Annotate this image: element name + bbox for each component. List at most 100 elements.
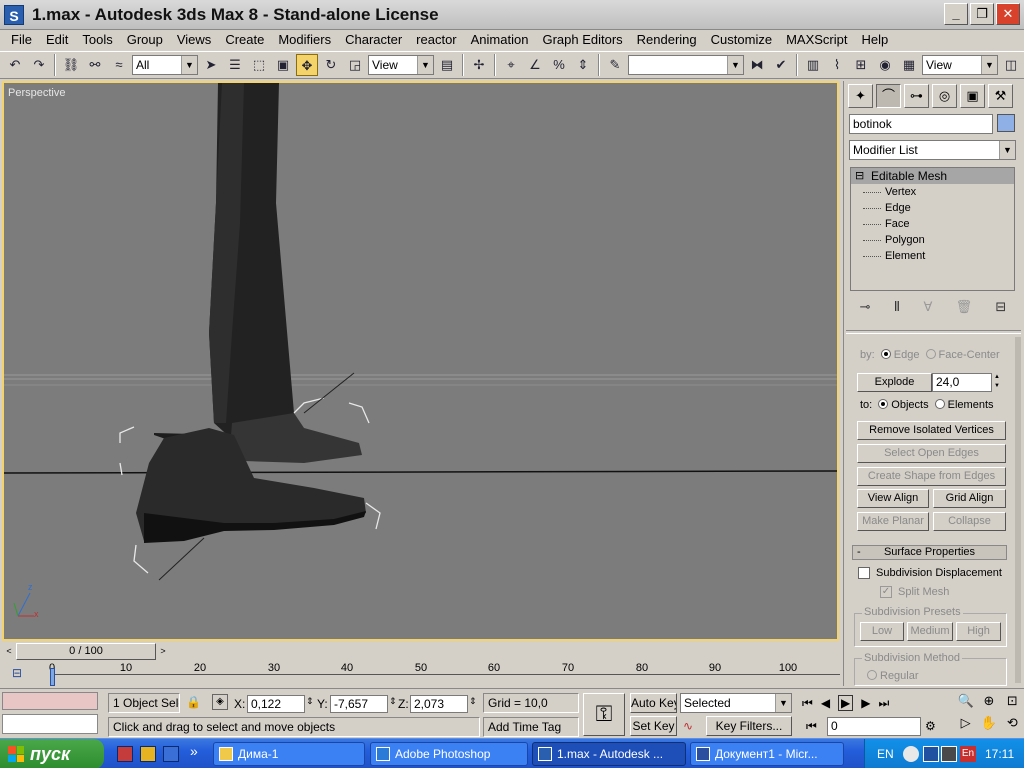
key-filters-button[interactable]: Key Filters... xyxy=(706,716,792,736)
to-objects-radio[interactable] xyxy=(878,399,889,409)
collapse-button[interactable]: Collapse xyxy=(933,512,1006,531)
explode-angle-input[interactable]: 24,0 xyxy=(932,373,992,392)
trackbar-toggle-icon[interactable]: ⊟ xyxy=(12,666,22,680)
display-tab-icon[interactable]: ▣ xyxy=(960,84,985,108)
maxscript-listener-bottom[interactable] xyxy=(2,714,98,734)
align-icon[interactable]: ✔ xyxy=(770,54,792,76)
motion-tab-icon[interactable]: ◎ xyxy=(932,84,957,108)
subdivision-displacement-checkbox[interactable] xyxy=(858,567,870,579)
tray-network-icon[interactable] xyxy=(923,746,939,762)
maxscript-listener-top[interactable] xyxy=(2,692,98,710)
window-crossing-icon[interactable]: ▣ xyxy=(272,54,294,76)
menu-rendering[interactable]: Rendering xyxy=(630,30,704,50)
unlink-icon[interactable]: ⚯ xyxy=(84,54,106,76)
pin-stack-icon[interactable]: ⊸ xyxy=(860,299,871,319)
go-to-start-icon[interactable]: ⏮ xyxy=(802,696,813,711)
time-slider-thumb[interactable]: 0 / 100 xyxy=(16,643,156,660)
snaps-toggle-icon[interactable]: ⌖ xyxy=(500,54,522,76)
play-icon[interactable]: ▶ xyxy=(838,695,854,711)
set-key-icon[interactable]: ⚿ xyxy=(583,693,625,736)
explode-button[interactable]: Explode xyxy=(857,373,932,392)
perspective-viewport[interactable]: Perspective z x xyxy=(2,81,839,641)
menu-help[interactable]: Help xyxy=(854,30,895,50)
pan-icon[interactable]: ✋ xyxy=(977,715,1000,737)
field-of-view-icon[interactable]: ▷ xyxy=(954,715,977,737)
make-planar-button[interactable]: Make Planar xyxy=(857,512,929,531)
spinner-icon[interactable]: ⇕ xyxy=(306,696,314,707)
menu-character[interactable]: Character xyxy=(338,30,409,50)
render-scene-icon[interactable]: ▦ xyxy=(898,54,920,76)
menu-edit[interactable]: Edit xyxy=(39,30,75,50)
sub-object-polygon[interactable]: Polygon xyxy=(851,232,1014,248)
remove-isolated-vertices-button[interactable]: Remove Isolated Vertices xyxy=(857,421,1006,440)
by-edge-radio[interactable] xyxy=(880,349,891,359)
add-time-tag[interactable]: Add Time Tag xyxy=(483,717,579,737)
reference-coordinate-dropdown[interactable]: View ▼ xyxy=(368,55,434,75)
configure-modifier-sets-icon[interactable]: ⊟ xyxy=(995,299,1006,319)
select-and-scale-icon[interactable]: ◲ xyxy=(344,54,366,76)
tray-volume-icon[interactable] xyxy=(941,746,957,762)
render-type-dropdown[interactable]: View ▼ xyxy=(922,55,998,75)
task-3dsmax[interactable]: 1.max - Autodesk ... xyxy=(532,742,686,766)
show-end-result-icon[interactable]: Ⅱ xyxy=(894,299,900,319)
make-unique-icon[interactable]: ∀ xyxy=(923,299,932,319)
menu-group[interactable]: Group xyxy=(120,30,170,50)
hierarchy-tab-icon[interactable]: ⊶ xyxy=(904,84,929,108)
key-curve-icon[interactable]: ∿ xyxy=(683,719,693,733)
next-frame-icon[interactable]: ▶ xyxy=(861,696,870,710)
menu-animation[interactable]: Animation xyxy=(464,30,536,50)
key-mode-dropdown[interactable]: Selected ▼ xyxy=(680,693,792,713)
key-mode-toggle-icon[interactable]: ⏮ xyxy=(806,719,817,734)
select-open-edges-button[interactable]: Select Open Edges xyxy=(857,444,1006,463)
menu-tools[interactable]: Tools xyxy=(75,30,119,50)
task-word-document[interactable]: Документ1 - Micr... xyxy=(690,742,844,766)
manipulate-icon[interactable]: ✢ xyxy=(468,54,490,76)
arc-rotate-icon[interactable]: ⟲ xyxy=(1001,715,1024,737)
utilities-tab-icon[interactable]: ⚒ xyxy=(988,84,1013,108)
undo-icon[interactable]: ↶ xyxy=(4,54,26,76)
menu-views[interactable]: Views xyxy=(170,30,218,50)
zoom-icon[interactable]: 🔍 xyxy=(954,693,977,715)
select-and-rotate-icon[interactable]: ↻ xyxy=(320,54,342,76)
z-coordinate-input[interactable]: 2,073 xyxy=(410,695,468,713)
spinner-icon[interactable]: ▲ ▼ xyxy=(992,373,1002,391)
task-dima-folder[interactable]: Дима-1 xyxy=(213,742,365,766)
percent-snap-icon[interactable]: % xyxy=(548,54,570,76)
close-button[interactable]: ✕ xyxy=(996,3,1020,25)
layer-manager-icon[interactable]: ▥ xyxy=(802,54,824,76)
zoom-all-icon[interactable]: ⊕ xyxy=(977,693,1000,715)
regular-radio[interactable] xyxy=(867,670,877,680)
select-and-move-icon[interactable]: ✥ xyxy=(296,54,318,76)
bind-space-warp-icon[interactable]: ≈ xyxy=(108,54,130,76)
minimize-button[interactable]: _ xyxy=(944,3,968,25)
to-elements-radio[interactable] xyxy=(934,399,945,409)
sub-object-vertex[interactable]: Vertex xyxy=(851,184,1014,200)
spinner-snap-icon[interactable]: ⇕ xyxy=(572,54,594,76)
time-configuration-icon[interactable]: ⚙ xyxy=(925,719,936,733)
track-bar[interactable]: 0 10 20 30 40 50 60 70 80 90 100 xyxy=(49,662,840,688)
menu-maxscript[interactable]: MAXScript xyxy=(779,30,854,50)
command-panel-scrollbar[interactable] xyxy=(1015,337,1021,683)
x-coordinate-input[interactable]: 0,122 xyxy=(247,695,305,713)
quick-launch-icon[interactable] xyxy=(117,746,133,762)
object-name-field[interactable]: botinok xyxy=(849,114,993,134)
stack-item-editable-mesh[interactable]: Editable Mesh xyxy=(851,168,1014,184)
view-align-button[interactable]: View Align xyxy=(857,489,929,508)
quick-render-icon[interactable]: ◫ xyxy=(1000,54,1022,76)
angle-snap-icon[interactable]: ∠ xyxy=(524,54,546,76)
quick-launch-more[interactable]: » xyxy=(190,743,198,759)
menu-modifiers[interactable]: Modifiers xyxy=(271,30,338,50)
sub-object-edge[interactable]: Edge xyxy=(851,200,1014,216)
edit-named-selection-icon[interactable]: ✎ xyxy=(604,54,626,76)
grid-align-button[interactable]: Grid Align xyxy=(933,489,1006,508)
select-by-name-icon[interactable]: ☰ xyxy=(224,54,246,76)
sub-object-element[interactable]: Element xyxy=(851,248,1014,264)
preset-low-button[interactable]: Low xyxy=(860,622,904,641)
go-to-end-icon[interactable]: ⏭ xyxy=(879,696,890,711)
start-button[interactable]: пуск xyxy=(0,739,104,768)
preset-medium-button[interactable]: Medium xyxy=(907,622,953,641)
remove-modifier-icon[interactable]: 🗑 xyxy=(956,299,973,319)
tray-lang-badge[interactable]: En xyxy=(960,746,976,762)
menu-graph-editors[interactable]: Graph Editors xyxy=(535,30,629,50)
lock-selection-icon[interactable]: 🔒 xyxy=(186,695,201,709)
